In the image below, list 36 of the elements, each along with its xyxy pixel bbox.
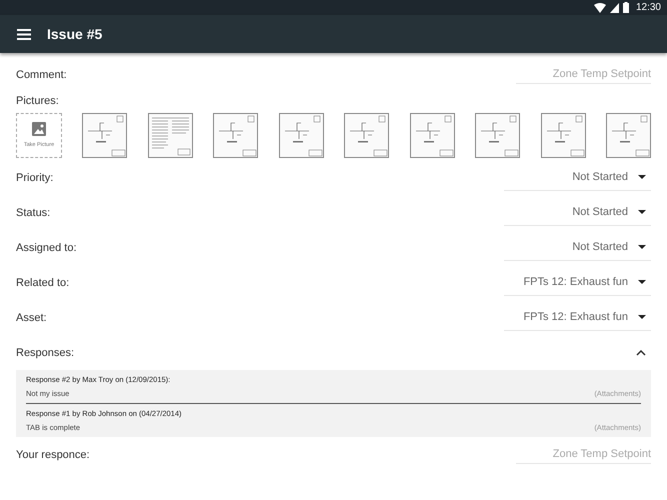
drawing-thumbnail[interactable] — [540, 112, 586, 158]
field-label: Pictures: — [16, 95, 59, 107]
drawing-thumbnail[interactable] — [213, 112, 258, 158]
field-label: Responses: — [16, 346, 74, 358]
caret-icon — [638, 314, 646, 318]
battery-icon — [622, 2, 629, 13]
field-label: Your responce: — [16, 448, 90, 460]
field-label: Assigned to: — [16, 242, 77, 254]
wifi-icon — [594, 2, 606, 12]
clock-time: 12:30 — [636, 2, 661, 13]
caret-icon — [638, 174, 646, 178]
field-label: Asset: — [16, 312, 47, 324]
menu-icon[interactable] — [17, 28, 31, 40]
signal-icon — [610, 2, 619, 12]
dropdown[interactable]: Not Started — [504, 164, 651, 190]
field-label: Comment: — [16, 68, 67, 80]
screen-title: Issue #5 — [47, 26, 102, 42]
drawing-thumbnail[interactable] — [475, 112, 520, 158]
field-label: Status: — [16, 206, 50, 218]
caret-icon — [638, 210, 646, 214]
caret-icon — [638, 244, 646, 248]
dropdown[interactable]: FPTs 12: Exhaust fun — [504, 304, 651, 330]
drawing-thumbnail[interactable] — [606, 112, 651, 158]
drawing-thumbnail[interactable] — [410, 112, 455, 158]
chevron-icon[interactable] — [636, 350, 646, 356]
drawing-thumbnail[interactable] — [278, 112, 324, 158]
caret-icon — [638, 280, 646, 284]
drawing-thumbnail[interactable] — [344, 112, 390, 158]
image-icon — [32, 122, 46, 136]
dropdown[interactable]: Not Started — [504, 200, 651, 226]
drawing-thumbnail[interactable] — [82, 112, 128, 158]
dropdown[interactable]: FPTs 12: Exhaust fun — [504, 270, 651, 296]
document-thumbnail[interactable] — [148, 112, 193, 158]
field-label: Related to: — [16, 276, 70, 288]
field-label: Priority: — [16, 172, 54, 184]
dropdown[interactable]: Not Started — [504, 234, 651, 260]
